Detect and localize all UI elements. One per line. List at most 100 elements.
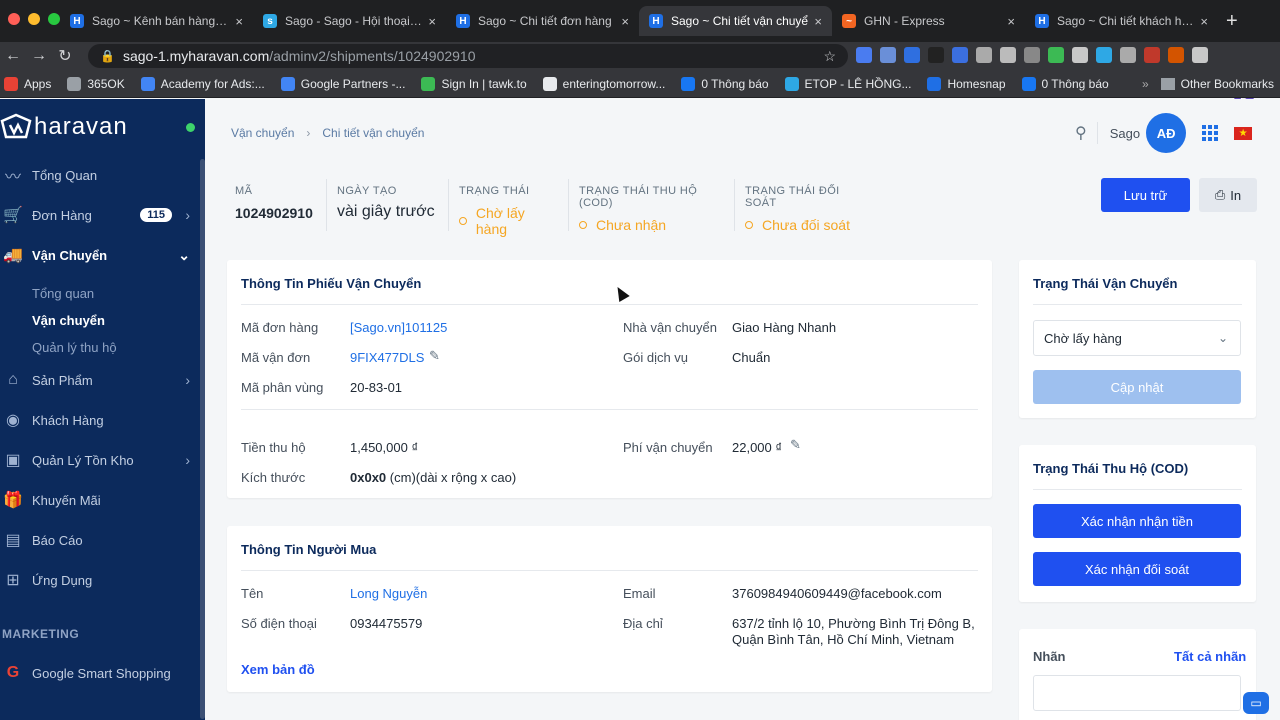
- submenu-shipping[interactable]: Vận chuyển: [32, 313, 105, 328]
- confirm-reconcile-button[interactable]: Xác nhận đối soát: [1033, 552, 1241, 586]
- sidebar-item-promotions[interactable]: 🎁 Khuyến Mãi: [0, 482, 200, 518]
- bookmark-item[interactable]: enteringtomorrow...: [542, 76, 665, 91]
- size-value: 0x0x0 (cm)(dài x rộng x cao): [350, 470, 516, 485]
- shipping-fee-label: Phí vận chuyển: [623, 440, 713, 455]
- extension-icon[interactable]: [952, 47, 968, 63]
- order-code-link[interactable]: [Sago.vn]101125: [350, 320, 447, 335]
- bookmark-label: Apps: [24, 76, 52, 91]
- sidebar-item-customers[interactable]: ◉ Khách Hàng: [0, 402, 200, 438]
- vietnam-flag-icon[interactable]: ★: [1234, 126, 1253, 140]
- summary-created: NGÀY TẠO vài giây trước: [327, 179, 449, 231]
- bookmark-item[interactable]: Sign In | tawk.to: [421, 76, 527, 91]
- extension-icon[interactable]: [1168, 47, 1184, 63]
- confirm-received-button[interactable]: Xác nhận nhận tiền: [1033, 504, 1241, 538]
- back-icon[interactable]: ←: [0, 47, 26, 65]
- print-button[interactable]: ⎙ In: [1199, 178, 1257, 212]
- browser-tab[interactable]: s Sago - Sago - Hội thoại - I ×: [253, 6, 446, 36]
- search-icon[interactable]: ⚲: [1075, 123, 1087, 143]
- view-map-link[interactable]: Xem bản đồ: [241, 662, 315, 677]
- user-avatar[interactable]: AĐ: [1146, 113, 1187, 153]
- bookmark-item[interactable]: Apps: [4, 76, 52, 91]
- extension-icon[interactable]: [1096, 47, 1112, 63]
- close-tab-icon[interactable]: ×: [1200, 14, 1208, 29]
- labels-input[interactable]: [1033, 675, 1241, 711]
- store-name[interactable]: Sago: [1110, 126, 1140, 141]
- extension-icon[interactable]: [1024, 47, 1040, 63]
- browser-tab[interactable]: H Sago ~ Kênh bán hàng Ha ×: [60, 6, 253, 36]
- bookmark-item[interactable]: Google Partners -...: [280, 76, 406, 91]
- sidebar-item-inventory[interactable]: ▣ Quản Lý Tồn Kho ›: [0, 442, 200, 478]
- app-grid-icon[interactable]: [1202, 125, 1219, 141]
- browser-tab[interactable]: ~ GHN - Express ×: [832, 6, 1025, 36]
- archive-button[interactable]: Lưu trữ: [1101, 178, 1190, 212]
- puzzle-icon[interactable]: [1192, 47, 1208, 63]
- minimize-window-button[interactable]: [28, 13, 40, 25]
- extension-icon[interactable]: [880, 47, 896, 63]
- other-bookmarks-label: Other Bookmarks: [1180, 76, 1274, 91]
- bookmark-label: Sign In | tawk.to: [441, 76, 527, 91]
- close-window-button[interactable]: [8, 13, 20, 25]
- submenu-overview[interactable]: Tổng quan: [32, 286, 94, 301]
- more-bookmarks-icon[interactable]: »: [1142, 77, 1149, 91]
- status-ring-icon: [745, 221, 753, 229]
- zoom-window-button[interactable]: [48, 13, 60, 25]
- extension-icon[interactable]: [1072, 47, 1088, 63]
- other-bookmarks[interactable]: » Other Bookmarks: [1142, 77, 1274, 91]
- breadcrumb-shipping-link[interactable]: Vận chuyển: [231, 126, 294, 140]
- browser-tab-title: Sago ~ Chi tiết khách hàn: [1057, 14, 1195, 28]
- browser-tab[interactable]: H Sago ~ Chi tiết đơn hàng ×: [446, 6, 639, 36]
- sidebar-item-google-smart-shopping[interactable]: G Google Smart Shopping: [0, 655, 200, 691]
- trend-icon: 〰: [4, 169, 21, 186]
- reload-icon[interactable]: ↻: [52, 46, 78, 66]
- sidebar-item-reports[interactable]: ▤ Báo Cáo: [0, 522, 200, 558]
- buyer-name-link[interactable]: Long Nguyễn: [350, 586, 427, 601]
- bookmark-item[interactable]: Academy for Ads:...: [140, 76, 265, 91]
- url-bar[interactable]: 🔒 sago-1.myharavan.com/adminv2/shipments…: [88, 44, 848, 68]
- close-tab-icon[interactable]: ×: [235, 14, 243, 29]
- chat-icon[interactable]: ▭: [1243, 692, 1269, 714]
- all-labels-link[interactable]: Tất cả nhãn: [1174, 649, 1246, 664]
- bookmark-item[interactable]: 0 Thông báo: [1021, 76, 1109, 91]
- bookmark-item[interactable]: Homesnap: [927, 76, 1006, 91]
- close-tab-icon[interactable]: ×: [428, 14, 436, 29]
- browser-tab[interactable]: H Sago ~ Chi tiết vận chuyể ×: [639, 6, 832, 36]
- sidebar-item-shipping[interactable]: 🚚 Vận Chuyển ⌄: [0, 237, 200, 273]
- extension-icon[interactable]: [1000, 47, 1016, 63]
- bookmark-item[interactable]: 0 Thông báo: [681, 76, 769, 91]
- extension-icon[interactable]: [856, 47, 872, 63]
- sidebar-item-label: Vận Chuyển: [32, 247, 108, 263]
- tracking-code-link[interactable]: 9FIX477DLS: [350, 350, 424, 365]
- forward-icon[interactable]: →: [26, 47, 52, 65]
- close-tab-icon[interactable]: ×: [814, 14, 822, 29]
- sidebar-item-orders[interactable]: 🛒 Đơn Hàng 115 ›: [0, 197, 200, 233]
- bookmark-star-icon[interactable]: ☆: [823, 48, 836, 65]
- extension-icon[interactable]: [1120, 47, 1136, 63]
- extension-icon[interactable]: [928, 47, 944, 63]
- extension-icon[interactable]: [1144, 47, 1160, 63]
- submenu-cod-management[interactable]: Quản lý thu hộ: [32, 340, 117, 355]
- extension-icon[interactable]: [904, 47, 920, 63]
- sidebar-item-apps[interactable]: ⊞ Ứng Dụng: [0, 562, 200, 598]
- shipping-status-select[interactable]: Chờ lấy hàng ⌄: [1033, 320, 1241, 356]
- haravan-logo[interactable]: haravan: [0, 113, 128, 141]
- sidebar-item-products[interactable]: ⌂ Sản Phẩm ›: [0, 362, 200, 398]
- browser-tab[interactable]: H Sago ~ Chi tiết khách hàn ×: [1025, 6, 1218, 36]
- extension-icon[interactable]: [976, 47, 992, 63]
- summary-status: TRẠNG THÁI Chờ lấy hàng: [449, 179, 569, 237]
- edit-tracking-icon[interactable]: ✎: [429, 348, 440, 364]
- extension-icon[interactable]: [1048, 47, 1064, 63]
- bookmark-icon: [1021, 76, 1036, 91]
- buyer-phone-label: Số điện thoại: [241, 616, 317, 631]
- bookmark-item[interactable]: 365OK: [67, 76, 125, 91]
- buyer-info-card: Thông Tin Người Mua Tên Long Nguyễn Số đ…: [227, 526, 992, 692]
- sidebar-item-overview[interactable]: 〰 Tổng Quan: [0, 157, 200, 193]
- new-tab-button[interactable]: +: [1226, 10, 1238, 33]
- close-tab-icon[interactable]: ×: [1007, 14, 1015, 29]
- close-tab-icon[interactable]: ×: [621, 14, 629, 29]
- service-label: Gói dịch vụ: [623, 350, 689, 365]
- update-status-button[interactable]: Cập nhật: [1033, 370, 1241, 404]
- bookmark-label: Google Partners -...: [300, 76, 406, 91]
- bookmark-item[interactable]: ETOP - LÊ HỒNG...: [784, 76, 911, 91]
- marketing-section-title: MARKETING: [2, 627, 80, 641]
- edit-fee-icon[interactable]: ✎: [790, 437, 801, 453]
